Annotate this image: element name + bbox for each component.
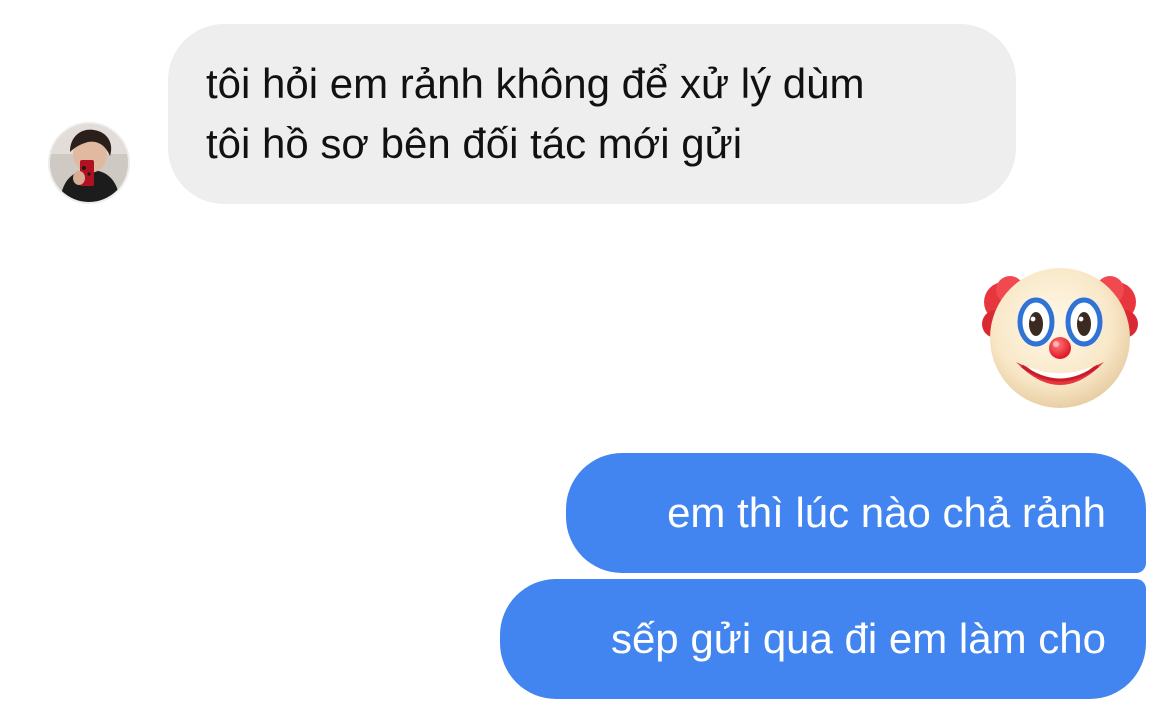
outgoing-message-bubble[interactable]: em thì lúc nào chả rảnh [566,453,1146,573]
outgoing-message-text: em thì lúc nào chả rảnh [667,489,1106,536]
avatar-photo-icon [50,124,128,202]
incoming-message-bubble[interactable]: tôi hỏi em rảnh không để xử lý dùm tôi h… [168,24,1016,204]
contact-avatar[interactable] [48,122,130,204]
outgoing-message-text: sếp gửi qua đi em làm cho [610,615,1106,662]
outgoing-message-bubble[interactable]: sếp gửi qua đi em làm cho [500,579,1146,699]
clown-face-icon [982,268,1138,408]
chat-thread: tôi hỏi em rảnh không để xử lý dùm tôi h… [0,0,1170,708]
incoming-message-line: tôi hỏi em rảnh không để xử lý dùm [206,60,865,107]
clown-face-emoji-message[interactable] [982,262,1138,412]
incoming-message-line: tôi hồ sơ bên đối tác mới gửi [206,120,743,167]
